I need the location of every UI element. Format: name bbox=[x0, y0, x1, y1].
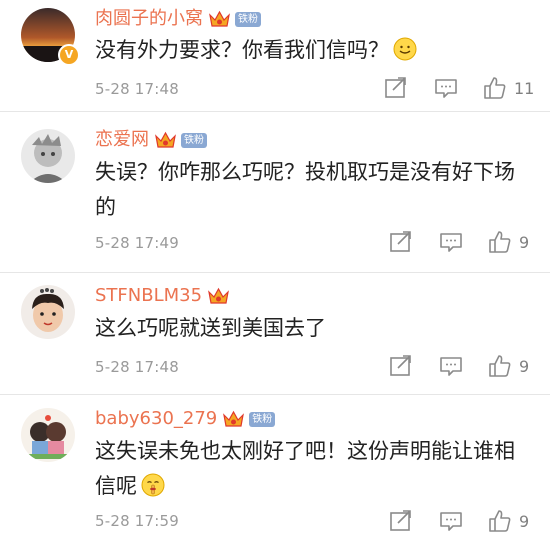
crown-icon bbox=[208, 9, 231, 29]
comment-text-content: 失误？你咋那么巧呢？投机取巧是没有好下场的 bbox=[95, 160, 515, 219]
comment-icon[interactable] bbox=[433, 76, 459, 100]
comment-time: 5-28 17:48 bbox=[95, 80, 180, 98]
comment-icon[interactable] bbox=[438, 509, 464, 533]
comment-item: V 肉圆子的小窝 铁粉 没有外力要求？你看我们信吗？ 5-28 17:48 11 bbox=[0, 0, 550, 104]
comment-time: 5-28 17:48 bbox=[95, 358, 180, 376]
comment-text: 失误？你咋那么巧呢？投机取巧是没有好下场的 bbox=[95, 155, 525, 225]
name-row: 恋爱网 铁粉 bbox=[95, 129, 207, 151]
like-count: 9 bbox=[519, 511, 530, 531]
repost-icon[interactable] bbox=[383, 76, 409, 100]
comment-text: 这么巧呢就送到美国去了 bbox=[95, 311, 535, 346]
user-name[interactable]: 肉圆子的小窝 bbox=[95, 8, 203, 30]
user-name[interactable]: 恋爱网 bbox=[95, 129, 149, 151]
comment-time: 5-28 17:59 bbox=[95, 512, 180, 530]
comment-item: 恋爱网 铁粉 失误？你咋那么巧呢？投机取巧是没有好下场的 5-28 17:49 … bbox=[0, 123, 550, 268]
comment-time: 5-28 17:49 bbox=[95, 234, 180, 252]
like-icon bbox=[484, 77, 506, 99]
crown-icon bbox=[222, 409, 245, 429]
avatar[interactable] bbox=[21, 408, 75, 462]
comment-item: baby630_279 铁粉 这失误未免也太刚好了吧！这份声明能让谁相信呢 5-… bbox=[0, 402, 550, 541]
crown-icon bbox=[154, 130, 177, 150]
fan-badge: 铁粉 bbox=[235, 11, 261, 27]
divider bbox=[0, 394, 550, 395]
comment-icon[interactable] bbox=[438, 354, 464, 378]
verified-badge-icon: V bbox=[58, 44, 80, 66]
user-name[interactable]: STFNBLM35 bbox=[95, 285, 202, 307]
like-icon bbox=[489, 231, 511, 253]
smile-emoji bbox=[393, 37, 417, 72]
user-name[interactable]: baby630_279 bbox=[95, 408, 217, 430]
crown-icon bbox=[207, 286, 230, 306]
like-icon bbox=[489, 355, 511, 377]
comment-text: 没有外力要求？你看我们信吗？ bbox=[95, 33, 535, 72]
like-count: 11 bbox=[514, 78, 535, 98]
name-row: baby630_279 铁粉 bbox=[95, 408, 276, 430]
name-row: STFNBLM35 bbox=[95, 285, 230, 307]
avatar[interactable] bbox=[21, 129, 75, 183]
like-count: 9 bbox=[519, 232, 530, 252]
divider bbox=[0, 272, 550, 273]
comment-icon[interactable] bbox=[438, 230, 464, 254]
comment-text-content: 这么巧呢就送到美国去了 bbox=[95, 316, 326, 340]
shush-emoji bbox=[141, 473, 165, 508]
like-button[interactable]: 11 bbox=[482, 76, 534, 100]
repost-icon[interactable] bbox=[388, 354, 414, 378]
comment-item: STFNBLM35 这么巧呢就送到美国去了 5-28 17:48 9 bbox=[0, 280, 550, 390]
avatar[interactable] bbox=[21, 285, 75, 339]
divider bbox=[0, 111, 550, 112]
repost-icon[interactable] bbox=[388, 509, 414, 533]
repost-icon[interactable] bbox=[388, 230, 414, 254]
fan-badge: 铁粉 bbox=[181, 132, 207, 148]
like-button[interactable]: 9 bbox=[487, 509, 529, 533]
comment-text: 这失误未免也太刚好了吧！这份声明能让谁相信呢 bbox=[95, 434, 525, 508]
fan-badge: 铁粉 bbox=[249, 411, 276, 427]
like-button[interactable]: 9 bbox=[487, 354, 529, 378]
like-count: 9 bbox=[519, 356, 530, 376]
name-row: 肉圆子的小窝 铁粉 bbox=[95, 8, 261, 30]
like-icon bbox=[489, 510, 511, 532]
comment-text-content: 没有外力要求？你看我们信吗？ bbox=[95, 38, 389, 62]
like-button[interactable]: 9 bbox=[487, 230, 529, 254]
